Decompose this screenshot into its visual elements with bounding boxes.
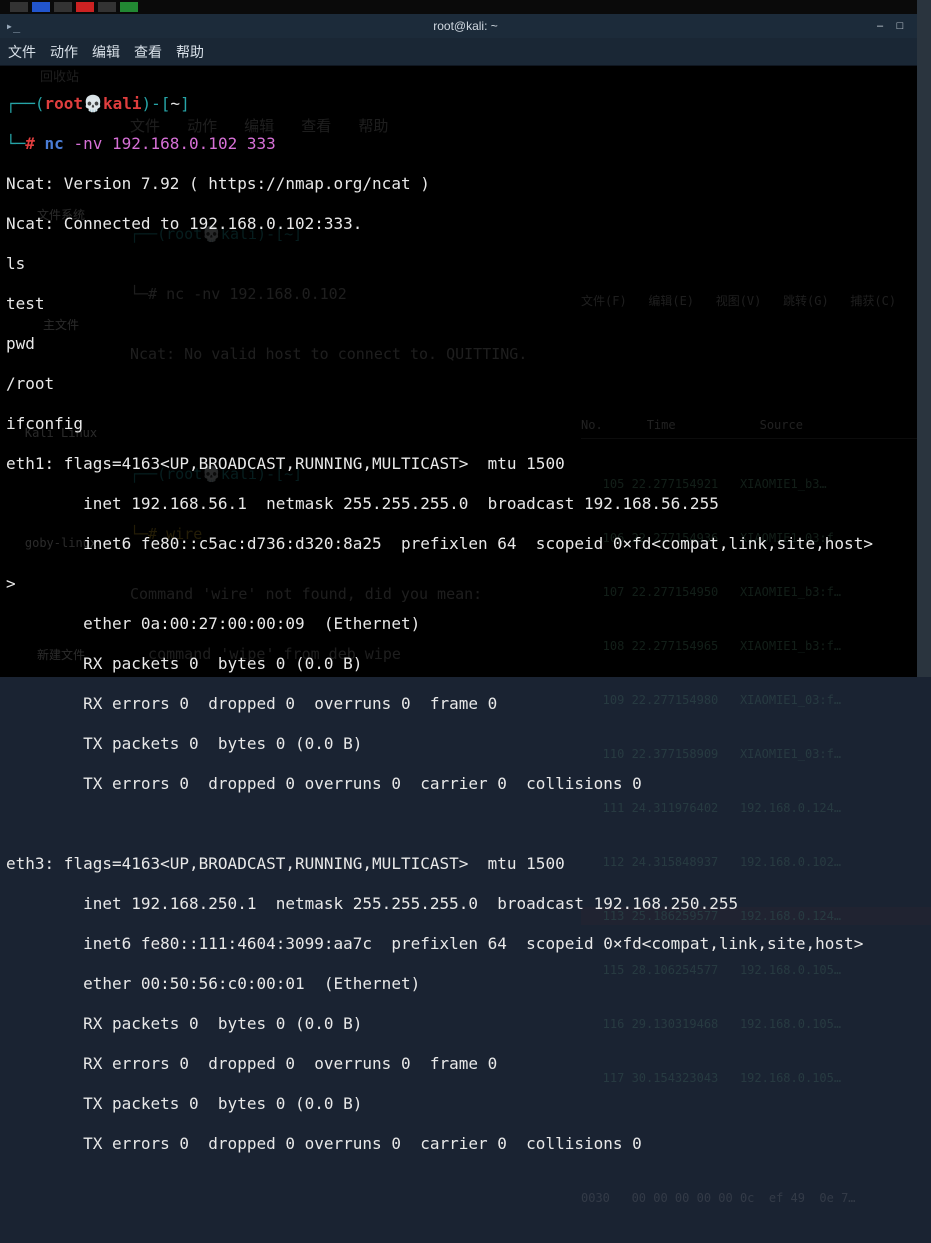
output-line: pwd (6, 334, 925, 354)
output-line: RX errors 0 dropped 0 overruns 0 frame 0 (6, 1054, 925, 1074)
window-title: root@kali: ~ (433, 19, 498, 33)
command-args: -nv 192.168.0.102 333 (64, 134, 276, 153)
output-line: ether 0a:00:27:00:00:09 (Ethernet) (6, 614, 925, 634)
output-line: ls (6, 254, 925, 274)
menubar: 文件 动作 编辑 查看 帮助 (0, 38, 931, 66)
output-line: inet 192.168.56.1 netmask 255.255.255.0 … (6, 494, 925, 514)
hex-dump: 0030 00 00 00 00 00 0c ef 49 0e 7… (581, 1189, 931, 1207)
skull-icon: 💀 (83, 94, 103, 113)
terminal-output[interactable]: ┌──(root💀kali)-[~] └─# nc -nv 192.168.0.… (0, 66, 931, 677)
prompt-line-1: ┌──(root💀kali)-[~] (6, 94, 925, 114)
menu-help[interactable]: 帮助 (176, 42, 204, 62)
terminal-icon: ▸_ (6, 19, 20, 33)
terminal-body[interactable]: 回收站 文件系统 主文件 Kali Linux goby-linux 新建文件 … (0, 66, 931, 677)
maximize-button[interactable]: □ (893, 19, 907, 33)
output-line: eth1: flags=4163<UP,BROADCAST,RUNNING,MU… (6, 454, 925, 474)
output-line: ether 00:50:56:c0:00:01 (Ethernet) (6, 974, 925, 994)
command-nc: nc (45, 134, 64, 153)
taskbar-icon[interactable] (120, 2, 138, 12)
menu-view[interactable]: 查看 (134, 42, 162, 62)
menu-file[interactable]: 文件 (8, 42, 36, 62)
output-line: test (6, 294, 925, 314)
right-edge-strip (917, 0, 931, 677)
output-line: RX errors 0 dropped 0 overruns 0 frame 0 (6, 694, 925, 714)
window-titlebar[interactable]: ▸_ root@kali: ~ – □ × (0, 14, 931, 38)
output-line: Ncat: Version 7.92 ( https://nmap.org/nc… (6, 174, 925, 194)
output-line: eth3: flags=4163<UP,BROADCAST,RUNNING,MU… (6, 854, 925, 874)
output-line: RX packets 0 bytes 0 (0.0 B) (6, 1014, 925, 1034)
output-line (6, 814, 925, 834)
output-line: RX packets 0 bytes 0 (0.0 B) (6, 654, 925, 674)
output-line: inet6 fe80::c5ac:d736:d320:8a25 prefixle… (6, 534, 925, 554)
taskbar-icon[interactable] (32, 2, 50, 12)
output-line: TX packets 0 bytes 0 (0.0 B) (6, 734, 925, 754)
output-line: /root (6, 374, 925, 394)
output-line: TX errors 0 dropped 0 overruns 0 carrier… (6, 1134, 925, 1154)
menu-action[interactable]: 动作 (50, 42, 78, 62)
prompt-line-2: └─# nc -nv 192.168.0.102 333 (6, 134, 925, 154)
taskbar-icon[interactable] (54, 2, 72, 12)
taskbar-icon[interactable] (10, 2, 28, 12)
menu-edit[interactable]: 编辑 (92, 42, 120, 62)
output-line: ifconfig (6, 414, 925, 434)
output-line: TX packets 0 bytes 0 (0.0 B) (6, 1094, 925, 1114)
os-taskbar (0, 0, 931, 14)
output-line: inet 192.168.250.1 netmask 255.255.255.0… (6, 894, 925, 914)
output-line: > (6, 574, 925, 594)
taskbar-icon[interactable] (76, 2, 94, 12)
minimize-button[interactable]: – (873, 19, 887, 33)
output-line: inet6 fe80::111:4604:3099:aa7c prefixlen… (6, 934, 925, 954)
taskbar-icon[interactable] (98, 2, 116, 12)
output-line: TX errors 0 dropped 0 overruns 0 carrier… (6, 774, 925, 794)
output-line: Ncat: Connected to 192.168.0.102:333. (6, 214, 925, 234)
